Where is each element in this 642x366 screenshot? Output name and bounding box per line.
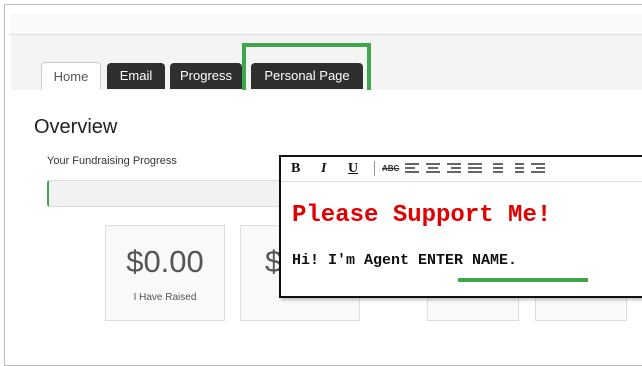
bullet-list-icon[interactable] — [489, 163, 503, 173]
editor-toolbar: B I U ABC — [281, 157, 642, 182]
editor-headline: Please Support Me! — [292, 202, 552, 229]
tab-email[interactable]: Email — [107, 63, 165, 89]
progress-label: Your Fundraising Progress — [47, 155, 177, 167]
align-center-icon[interactable] — [426, 163, 440, 173]
align-right-icon[interactable] — [447, 163, 461, 173]
editor-greeting: Hi! I'm Agent ENTER NAME. — [292, 252, 517, 269]
greeting-suffix: . — [508, 252, 518, 269]
rich-text-editor[interactable]: B I U ABC Please Support Me! Hi! I'm Age… — [279, 155, 642, 298]
tab-home[interactable]: Home — [41, 62, 101, 90]
stat-value: $0.00 — [126, 244, 204, 279]
stat-card-raised: $0.00 I Have Raised — [105, 225, 225, 321]
bold-button[interactable]: B — [291, 160, 300, 178]
tab-personal-page[interactable]: Personal Page — [251, 63, 363, 89]
align-justify-icon[interactable] — [468, 163, 482, 173]
tab-progress[interactable]: Progress — [170, 63, 242, 89]
underline-button[interactable]: U — [348, 160, 358, 178]
top-band — [10, 14, 642, 35]
spellcheck-button[interactable]: ABC — [382, 164, 399, 173]
page-title: Overview — [34, 116, 118, 138]
numbered-list-icon[interactable] — [510, 163, 524, 173]
stat-label: I Have Raised — [133, 292, 197, 303]
toolbar-divider — [374, 161, 375, 176]
align-left-icon[interactable] — [405, 163, 419, 173]
indent-icon[interactable] — [531, 163, 545, 173]
greeting-prefix: Hi! I'm Agent — [292, 252, 419, 269]
agent-name-placeholder[interactable]: ENTER NAME — [418, 252, 508, 269]
italic-button[interactable]: I — [321, 160, 326, 178]
name-underline-highlight — [458, 278, 588, 282]
